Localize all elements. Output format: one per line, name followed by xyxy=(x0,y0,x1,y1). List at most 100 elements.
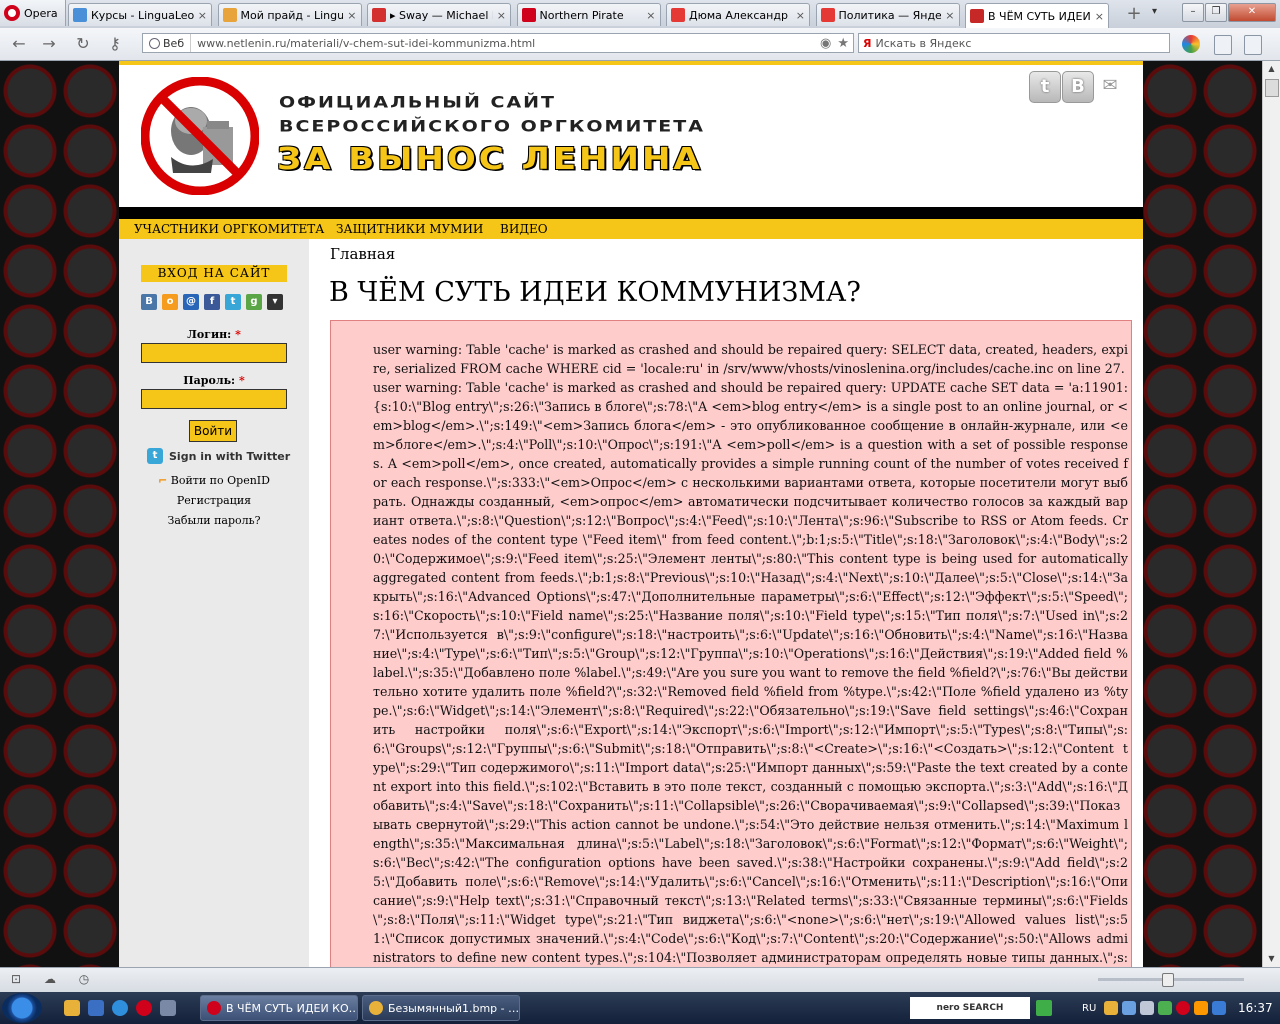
reload-button[interactable]: ↻ xyxy=(72,34,94,54)
tray-opera-icon[interactable] xyxy=(1176,1001,1191,1015)
scrollbar-thumb[interactable] xyxy=(1265,79,1279,97)
address-bar[interactable]: Веб www.netlenin.ru/materiali/v-chem-sut… xyxy=(142,33,854,53)
mailru-login-icon[interactable]: @ xyxy=(183,294,199,310)
opera-menu-button[interactable]: Opera xyxy=(0,0,66,26)
task-title: В ЧЁМ СУТЬ ИДЕИ КО… xyxy=(226,1001,358,1015)
site-title-line2: ВСЕРОССИЙСКОГО ОРГКОМИТЕТА xyxy=(279,117,705,136)
menu-item-video[interactable]: ВИДЕО xyxy=(500,222,548,236)
rss-icon[interactable]: ◉ xyxy=(820,36,831,51)
start-button[interactable] xyxy=(2,993,42,1023)
quicklaunch-ie-icon[interactable] xyxy=(112,1000,128,1016)
register-link[interactable]: Регистрация xyxy=(119,494,309,507)
new-tab-button[interactable]: + xyxy=(1124,4,1144,24)
tab-title: Политика — Янде… xyxy=(838,8,942,22)
panel-icon[interactable] xyxy=(1214,35,1232,55)
tab-close-icon[interactable]: × xyxy=(1095,10,1104,23)
twitter-signin-label: Sign in with Twitter xyxy=(169,449,291,463)
taskbar-clock[interactable]: 16:37 xyxy=(1238,1001,1273,1015)
taskbar-task[interactable]: В ЧЁМ СУТЬ ИДЕИ КО… xyxy=(200,995,358,1021)
openid-login-link[interactable]: ⌐ Войти по OpenID xyxy=(119,474,309,487)
twitter-login-icon[interactable]: t xyxy=(225,294,241,310)
tab-close-icon[interactable]: × xyxy=(945,9,954,22)
quicklaunch-more-icon[interactable] xyxy=(160,1000,176,1016)
zoom-slider-knob[interactable] xyxy=(1162,973,1174,987)
tab-title: Курсы - LinguaLeo xyxy=(91,8,194,22)
google-login-icon[interactable]: g xyxy=(246,294,262,310)
browser-tab[interactable]: В ЧЁМ СУТЬ ИДЕИ … × xyxy=(965,3,1109,28)
globe-icon xyxy=(149,37,160,49)
bookmark-star-icon[interactable]: ★ xyxy=(837,36,849,51)
minimize-button[interactable]: – xyxy=(1182,3,1204,22)
tab-favicon-icon xyxy=(73,8,87,22)
mail-share-button[interactable]: ✉ xyxy=(1095,71,1125,101)
quicklaunch-folder-icon[interactable] xyxy=(64,1000,80,1016)
page-scrollbar[interactable]: ▲ ▼ xyxy=(1262,61,1280,967)
task-title: Безымянный1.bmp - … xyxy=(388,1001,520,1015)
browser-tab[interactable]: Дюма Александр … × xyxy=(666,3,810,26)
zoom-slider[interactable] xyxy=(1098,973,1244,987)
turbo-icon[interactable]: ◷ xyxy=(76,972,92,986)
forgot-password-link[interactable]: Забыли пароль? xyxy=(119,514,309,527)
address-url-text[interactable]: www.netlenin.ru/materiali/v-chem-sut-ide… xyxy=(191,37,820,50)
facebook-login-icon[interactable]: f xyxy=(204,294,220,310)
browser-tab[interactable]: Курсы - LinguaLeo × xyxy=(68,3,212,26)
language-indicator[interactable]: RU xyxy=(1082,1003,1096,1014)
tab-favicon-icon xyxy=(671,8,685,22)
quicklaunch-opera-icon[interactable] xyxy=(136,1000,152,1016)
tab-close-icon[interactable]: × xyxy=(347,9,356,22)
browser-tab[interactable]: Northern Pirate × xyxy=(516,3,661,26)
nero-search-box[interactable]: nero SEARCH xyxy=(910,997,1030,1019)
more-providers-chevron-icon[interactable]: ▾ xyxy=(267,294,283,310)
opera-logo-icon xyxy=(4,5,20,21)
menu-item-participants[interactable]: УЧАСТНИКИ ОРГКОМИТЕТА xyxy=(134,222,324,236)
quicklaunch-desktop-icon[interactable] xyxy=(88,1000,104,1016)
panel-toggle-icon[interactable]: ⊡ xyxy=(8,972,24,986)
login-submit-button[interactable]: Войти xyxy=(189,420,237,442)
password-input[interactable] xyxy=(141,389,287,409)
vk-share-button[interactable]: B xyxy=(1062,71,1094,103)
tray-bluetooth-icon[interactable] xyxy=(1212,1001,1227,1015)
restore-button[interactable]: ❐ xyxy=(1205,3,1227,22)
menu-item-mummy-defenders[interactable]: ЗАЩИТНИКИ МУМИИ xyxy=(336,222,483,236)
tab-close-icon[interactable]: × xyxy=(198,9,207,22)
forward-button[interactable]: → xyxy=(38,34,60,54)
tab-menu-chevron-icon[interactable]: ▾ xyxy=(1152,6,1157,17)
vk-login-icon[interactable]: В xyxy=(141,294,157,310)
tab-favicon-icon xyxy=(222,8,237,22)
search-field[interactable]: Я Искать в Яндекс xyxy=(858,33,1170,53)
twitter-share-button[interactable]: t xyxy=(1029,71,1061,103)
site-header: ОФИЦИАЛЬНЫЙ САЙТ ВСЕРОССИЙСКОГО ОРГКОМИТ… xyxy=(119,61,1143,207)
page-icon[interactable] xyxy=(1244,35,1262,55)
odnoklassniki-login-icon[interactable]: о xyxy=(162,294,178,310)
browser-tab[interactable]: Политика — Янде…× xyxy=(815,3,960,26)
login-input[interactable] xyxy=(141,343,287,363)
yandex-icon[interactable]: Я xyxy=(859,37,875,50)
tray-folder-icon[interactable] xyxy=(1104,1001,1119,1015)
scroll-down-arrow-icon[interactable]: ▼ xyxy=(1263,951,1280,967)
back-button[interactable]: ← xyxy=(8,34,30,54)
tray-volume-icon[interactable] xyxy=(1140,1001,1155,1015)
wand-key-icon[interactable]: ⚷ xyxy=(104,34,126,54)
tab-close-icon[interactable]: × xyxy=(646,9,655,22)
scroll-up-arrow-icon[interactable]: ▲ xyxy=(1263,61,1280,77)
breadcrumb[interactable]: Главная xyxy=(330,245,395,263)
tray-security-icon[interactable] xyxy=(1158,1001,1173,1015)
site-main-menu: УЧАСТНИКИ ОРГКОМИТЕТА ЗАЩИТНИКИ МУМИИ ВИ… xyxy=(119,207,1143,239)
site-page: ОФИЦИАЛЬНЫЙ САЙТ ВСЕРОССИЙСКОГО ОРГКОМИТ… xyxy=(119,61,1143,967)
no-lenin-logo-icon xyxy=(141,77,259,195)
twitter-signin-button[interactable]: t Sign in with Twitter xyxy=(147,448,290,464)
tab-title: ▸ Sway — Michael B… xyxy=(390,8,493,22)
opera-unite-icon[interactable]: ☁ xyxy=(42,972,58,986)
tab-close-icon[interactable]: × xyxy=(796,9,805,22)
tray-update-icon[interactable] xyxy=(1194,1001,1209,1015)
nero-search-go-icon[interactable] xyxy=(1036,1000,1052,1016)
address-security-badge[interactable]: Веб xyxy=(143,34,192,52)
browser-tab[interactable]: Мой прайд - Lingua…× xyxy=(217,3,362,26)
tab-close-icon[interactable]: × xyxy=(497,9,506,22)
twitter-bird-icon: t xyxy=(147,448,163,464)
tray-network-icon[interactable] xyxy=(1122,1001,1137,1015)
extensions-flower-icon[interactable] xyxy=(1182,35,1200,53)
browser-tab[interactable]: ▸ Sway — Michael B… × xyxy=(367,3,511,26)
close-window-button[interactable]: ✕ xyxy=(1228,3,1276,22)
taskbar-task[interactable]: Безымянный1.bmp - … xyxy=(362,995,520,1021)
